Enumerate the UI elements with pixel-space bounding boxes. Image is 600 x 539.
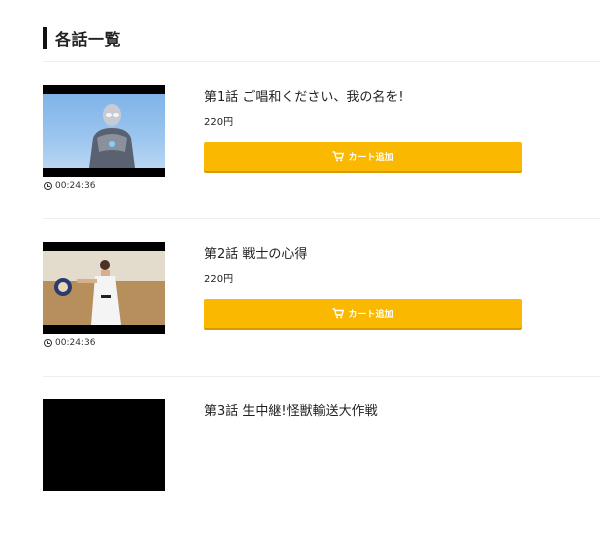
- section-header: 各話一覧: [43, 27, 121, 49]
- episode-title[interactable]: 第2話 戦士の心得: [204, 243, 307, 262]
- cart-icon: [332, 308, 345, 319]
- episode-price: 220円: [204, 274, 234, 285]
- episode-item: 00:24:36 第1話 ご唱和ください、我の名を! 220円 カート追加: [43, 85, 600, 225]
- section-accent-bar: [43, 27, 47, 49]
- thumbnail-image: [43, 94, 165, 168]
- thumbnail-image: [43, 251, 165, 325]
- divider: [43, 61, 600, 62]
- divider: [43, 376, 600, 377]
- episode-item: 00:24:36 第2話 戦士の心得 220円 カート追加: [43, 242, 600, 382]
- clock-icon: [44, 339, 52, 347]
- clock-icon: [44, 182, 52, 190]
- hero-figure-image: [89, 104, 135, 168]
- cart-icon: [332, 151, 345, 162]
- section-title: 各話一覧: [55, 30, 122, 49]
- episode-price: 220円: [204, 117, 234, 128]
- episode-duration: 00:24:36: [44, 338, 95, 348]
- episode-duration: 00:24:36: [44, 181, 95, 191]
- episode-thumbnail[interactable]: [43, 242, 165, 334]
- episode-title[interactable]: 第1話 ご唱和ください、我の名を!: [204, 86, 404, 105]
- episode-thumbnail[interactable]: [43, 399, 165, 491]
- episode-thumbnail[interactable]: [43, 85, 165, 177]
- cart-button-label: カート追加: [348, 310, 394, 320]
- dojo-scene-image: [43, 251, 165, 325]
- divider: [43, 218, 600, 219]
- add-to-cart-button[interactable]: カート追加: [204, 299, 522, 328]
- cart-button-label: カート追加: [348, 153, 394, 163]
- add-to-cart-button[interactable]: カート追加: [204, 142, 522, 171]
- duration-text: 00:24:36: [55, 181, 96, 191]
- episode-item: 第3話 生中継!怪獣輸送大作戦: [43, 399, 600, 539]
- duration-text: 00:24:36: [55, 338, 96, 348]
